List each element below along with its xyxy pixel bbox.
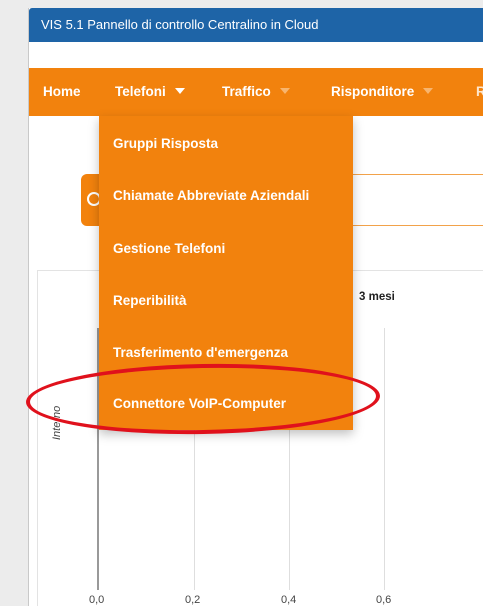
x-tick-label: 0,4	[281, 594, 297, 606]
chevron-down-icon	[279, 88, 290, 95]
x-tick-label: 0,0	[89, 594, 105, 606]
window-titlebar: VIS 5.1 Pannello di controllo Centralino…	[29, 8, 483, 42]
menu-item-trasferimento-emergenza[interactable]: Trasferimento d'emergenza	[113, 345, 288, 360]
x-tick-label: 0,2	[185, 594, 201, 606]
menu-item-gestione-telefoni[interactable]: Gestione Telefoni	[113, 241, 225, 256]
chart-title-fragment: 3 mesi	[359, 291, 395, 303]
nav-item-partial-label: R	[476, 84, 483, 99]
nav-item-traffico-label: Traffico	[222, 84, 271, 99]
window-title: VIS 5.1 Pannello di controllo Centralino…	[41, 17, 319, 32]
menu-item-reperibilita[interactable]: Reperibilità	[113, 293, 187, 308]
nav-item-partial[interactable]: R	[476, 68, 483, 116]
menu-item-gruppi-risposta[interactable]: Gruppi Risposta	[113, 136, 218, 151]
nav-item-risponditore[interactable]: Risponditore	[331, 68, 434, 116]
nav-item-telefoni-label: Telefoni	[115, 84, 166, 99]
nav-item-home-label: Home	[43, 84, 81, 99]
menu-item-chiamate-abbreviate[interactable]: Chiamate Abbreviate Aziendali	[113, 188, 309, 203]
nav-item-traffico[interactable]: Traffico	[222, 68, 290, 116]
chevron-down-icon	[423, 88, 434, 95]
nav-item-telefoni[interactable]: Telefoni	[115, 68, 185, 116]
chevron-down-icon	[174, 88, 185, 95]
x-tick-label: 0,6	[376, 594, 392, 606]
gridline	[384, 328, 385, 590]
nav-item-home[interactable]: Home	[43, 68, 81, 116]
main-navbar: Home Telefoni Traffico Risponditore R	[29, 68, 483, 116]
nav-item-risponditore-label: Risponditore	[331, 84, 415, 99]
app-window: VIS 5.1 Pannello di controllo Centralino…	[28, 8, 483, 606]
